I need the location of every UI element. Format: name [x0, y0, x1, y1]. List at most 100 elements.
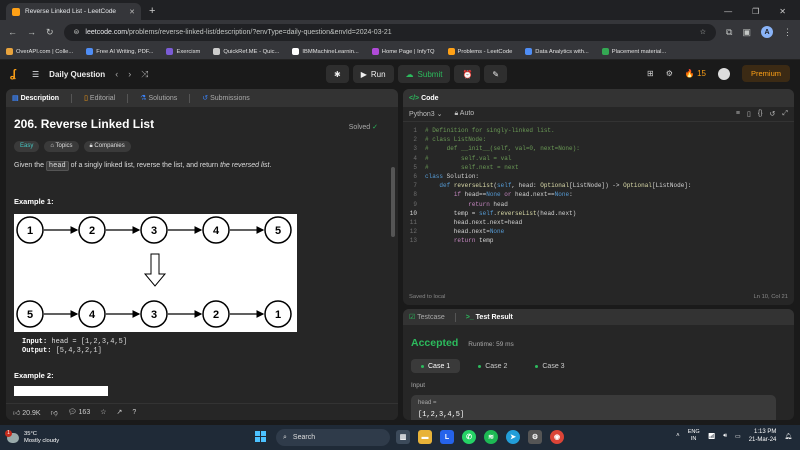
- volume-icon[interactable]: 🔊︎: [723, 433, 727, 440]
- tab-description[interactable]: ▤ Description: [12, 94, 59, 102]
- favorite-star-icon[interactable]: ☆: [100, 408, 106, 416]
- bookmark-item[interactable]: Exercism: [166, 48, 200, 55]
- daily-question-link[interactable]: Daily Question: [49, 70, 105, 79]
- bookmark-icon[interactable]: ▯: [747, 110, 751, 118]
- code-line[interactable]: 10 temp = self.reverseList(head.next): [403, 209, 794, 218]
- difficulty-badge[interactable]: Easy: [14, 141, 40, 152]
- address-bar[interactable]: ⊜ leetcode.com/problems/reverse-linked-l…: [63, 23, 717, 41]
- clock[interactable]: 1:13 PM 21-Mar-24: [749, 428, 777, 444]
- code-editor[interactable]: 1 # Definition for singly-linked list. 2 # …: [403, 122, 794, 246]
- code-line[interactable]: 6 class Solution:: [403, 172, 794, 181]
- user-avatar[interactable]: [717, 67, 730, 80]
- tab-solutions[interactable]: ⚗ Solutions: [140, 94, 177, 102]
- share-icon[interactable]: ↗: [117, 408, 123, 416]
- format-icon[interactable]: ≡: [736, 110, 740, 118]
- code-line[interactable]: 7 def reverseList(self, head: Optional[L…: [403, 181, 794, 190]
- case-tab-3[interactable]: Case 3: [525, 359, 574, 373]
- submit-button[interactable]: ☁ Submit: [397, 65, 451, 83]
- bookmark-item[interactable]: Home Page | InfyTQ: [371, 48, 435, 55]
- bookmark-star-icon[interactable]: ☆: [700, 28, 706, 36]
- code-line[interactable]: 8 if head==None or head.next==None:: [403, 190, 794, 199]
- close-tab-icon[interactable]: ✕: [129, 8, 135, 16]
- problem-title[interactable]: 206. Reverse Linked List: [14, 117, 390, 131]
- code-line[interactable]: 2 # class ListNode:: [403, 135, 794, 144]
- braces-icon[interactable]: {}: [758, 110, 763, 118]
- bookmark-item[interactable]: Placement material...: [601, 48, 666, 55]
- code-line[interactable]: 4 # self.val = val: [403, 154, 794, 163]
- close-window-icon[interactable]: ✕: [779, 7, 786, 16]
- topics-chip[interactable]: ⌂ Topics: [44, 141, 79, 152]
- timer-button[interactable]: ⏰: [454, 65, 481, 83]
- task-view-icon[interactable]: ▥: [396, 430, 410, 444]
- like-button[interactable]: 👍︎ 20.9K: [13, 408, 41, 417]
- case-tab-1[interactable]: Case 1: [411, 359, 461, 373]
- bookmark-item[interactable]: QuickRef.ME - Quic...: [213, 48, 279, 55]
- notification-bell-icon[interactable]: 🔔︎: [784, 433, 792, 440]
- layout-icon[interactable]: ⊞: [647, 69, 654, 78]
- chrome-icon[interactable]: ◉: [550, 430, 564, 444]
- code-line[interactable]: 12 head.next=None: [403, 227, 794, 236]
- menu-kebab-icon[interactable]: ⋮: [783, 27, 792, 38]
- extensions-icon[interactable]: ⧉: [726, 27, 732, 38]
- minimize-icon[interactable]: —: [724, 7, 732, 16]
- new-tab-button[interactable]: +: [149, 5, 155, 17]
- tray-chevron-icon[interactable]: ˄: [676, 433, 680, 439]
- bookmark-item[interactable]: IBMMachineLearnin...: [292, 48, 359, 55]
- reload-icon[interactable]: ↻: [46, 27, 54, 38]
- language-indicator[interactable]: ENG IN: [688, 429, 700, 443]
- code-line[interactable]: 1 # Definition for singly-linked list.: [403, 126, 794, 135]
- debug-button[interactable]: ✱: [326, 65, 349, 83]
- reset-icon[interactable]: ↺: [770, 110, 776, 118]
- forward-icon[interactable]: →: [27, 27, 36, 37]
- streak-counter[interactable]: 🔥 15: [685, 69, 706, 78]
- tab-submissions[interactable]: ↺ Submissions: [202, 94, 250, 102]
- settings-app-icon[interactable]: ⚙: [528, 430, 542, 444]
- code-line[interactable]: 13 return temp: [403, 236, 794, 245]
- case-tab-2[interactable]: Case 2: [468, 359, 517, 373]
- tab-test-result[interactable]: >_ Test Result: [466, 314, 513, 321]
- settings-gear-icon[interactable]: ⚙: [666, 69, 673, 78]
- dislike-button[interactable]: 👎︎: [51, 408, 58, 417]
- site-info-icon[interactable]: ⊜: [74, 28, 80, 36]
- run-button[interactable]: ▶ Run: [352, 65, 394, 83]
- weather-widget[interactable]: 1 35°C Mostly cloudy: [0, 429, 59, 445]
- prev-problem-icon[interactable]: ‹: [115, 69, 118, 79]
- code-line[interactable]: 3 # def __init__(self, val=0, next=None):: [403, 144, 794, 153]
- premium-button[interactable]: Premium: [741, 65, 790, 82]
- sidepanel-icon[interactable]: ▣: [742, 27, 751, 38]
- bookmark-item[interactable]: OverAPI.com | Colle...: [6, 48, 73, 55]
- file-explorer-icon[interactable]: ▬: [418, 430, 432, 444]
- shuffle-icon[interactable]: ⤨: [141, 69, 148, 80]
- battery-icon[interactable]: ▭: [735, 433, 741, 440]
- autocomplete-toggle[interactable]: 🔒︎ Auto: [455, 110, 475, 118]
- whatsapp-icon[interactable]: ✆: [462, 430, 476, 444]
- code-line[interactable]: 5 # self.next = next: [403, 163, 794, 172]
- tab-editorial[interactable]: ▯ Editorial: [84, 94, 115, 102]
- language-select[interactable]: Python3 ⌄: [409, 110, 443, 118]
- wifi-icon[interactable]: 📶︎: [708, 433, 716, 440]
- notes-button[interactable]: ✎: [484, 65, 508, 83]
- bookmark-item[interactable]: Data Analytics with...: [525, 48, 589, 55]
- problem-list-icon[interactable]: ☰: [32, 70, 39, 79]
- help-icon[interactable]: ?: [132, 409, 136, 416]
- back-icon[interactable]: ←: [8, 27, 17, 37]
- profile-avatar[interactable]: A: [761, 26, 773, 38]
- leetcode-logo-icon[interactable]: ʆ: [10, 68, 22, 80]
- bookmark-item[interactable]: Free AI Writing, PDF...: [86, 48, 153, 55]
- code-line[interactable]: 11 head.next.next=head: [403, 218, 794, 227]
- windows-start-icon[interactable]: [255, 431, 266, 442]
- telegram-icon[interactable]: ➤: [506, 430, 520, 444]
- comments-button[interactable]: 💬︎ 163: [68, 408, 91, 416]
- code-tab[interactable]: </> Code: [409, 95, 439, 102]
- description-scrollbar[interactable]: [391, 167, 395, 237]
- restore-icon[interactable]: ❐: [752, 7, 759, 16]
- next-problem-icon[interactable]: ›: [128, 69, 131, 79]
- code-line[interactable]: 9 return head: [403, 200, 794, 209]
- taskbar-search[interactable]: ⌕ Search: [276, 429, 390, 446]
- tab-testcase[interactable]: ☑ Testcase: [409, 313, 445, 321]
- app-l-icon[interactable]: L: [440, 430, 454, 444]
- fullscreen-icon[interactable]: ⤢: [782, 110, 788, 118]
- browser-tab[interactable]: Reverse Linked List - LeetCode ✕: [6, 3, 141, 20]
- bookmark-item[interactable]: Problems - LeetCode: [447, 48, 512, 55]
- companies-chip[interactable]: 🔒︎ Companies: [83, 141, 131, 152]
